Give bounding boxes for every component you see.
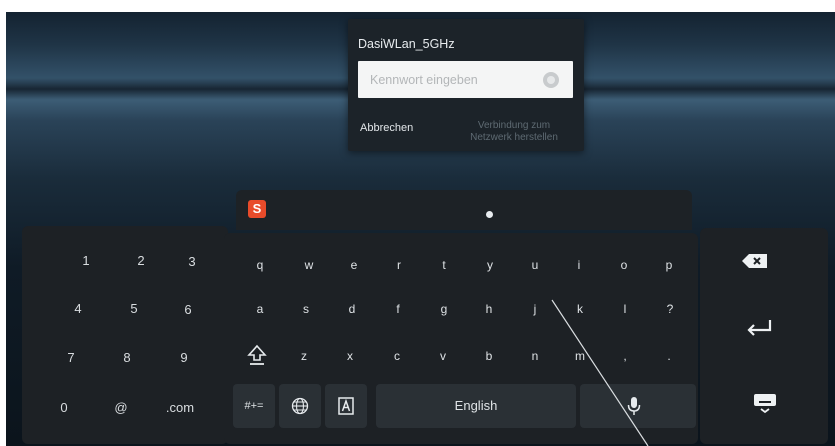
shift-key[interactable] — [247, 344, 267, 366]
key-w[interactable]: w — [302, 258, 316, 272]
key-a[interactable]: a — [253, 302, 267, 316]
space-key[interactable]: English — [376, 384, 576, 428]
key-9[interactable]: 9 — [174, 350, 194, 365]
wifi-password-dialog: DasiWLan_5GHz Abbrechen Verbindung zum N… — [348, 19, 584, 151]
key-z[interactable]: z — [297, 349, 311, 363]
key-n[interactable]: n — [528, 349, 542, 363]
key-m[interactable]: m — [573, 349, 587, 363]
key-x[interactable]: x — [343, 349, 357, 363]
key-g[interactable]: g — [437, 302, 451, 316]
connect-label-line2: Netzwerk herstellen — [470, 132, 558, 143]
cancel-button[interactable]: Abbrechen — [360, 122, 413, 134]
globe-icon — [291, 397, 309, 415]
key-e[interactable]: e — [347, 258, 361, 272]
suggestion-bar: S — [236, 190, 692, 230]
key-d[interactable]: d — [345, 302, 359, 316]
key-p[interactable]: p — [662, 258, 676, 272]
left-frame — [0, 0, 6, 446]
connect-label-line1: Verbindung zum — [477, 120, 551, 131]
key-at[interactable]: @ — [110, 400, 132, 415]
key-c[interactable]: c — [390, 349, 404, 363]
connect-button[interactable]: Verbindung zum Netzwerk herstellen — [458, 120, 570, 144]
key-1[interactable]: 1 — [76, 253, 96, 268]
hide-keyboard-icon — [754, 394, 776, 414]
key-o[interactable]: o — [617, 258, 631, 272]
show-password-icon[interactable] — [543, 72, 559, 88]
key-6[interactable]: 6 — [178, 302, 198, 317]
keyboard-logo-icon: S — [248, 200, 266, 218]
key-k[interactable]: k — [573, 302, 587, 316]
key-0[interactable]: 0 — [54, 400, 74, 415]
text-mode-icon — [338, 397, 354, 415]
network-name: DasiWLan_5GHz — [358, 37, 455, 51]
key-4[interactable]: 4 — [68, 301, 88, 316]
key-t[interactable]: t — [437, 258, 451, 272]
enter-key[interactable] — [744, 318, 774, 338]
key-i[interactable]: i — [572, 258, 586, 272]
key-3[interactable]: 3 — [182, 254, 202, 269]
key-j[interactable]: j — [528, 302, 542, 316]
key-8[interactable]: 8 — [117, 350, 137, 365]
key-dotcom[interactable]: .com — [158, 400, 202, 415]
key-h[interactable]: h — [482, 302, 496, 316]
key-comma[interactable]: , — [618, 349, 632, 363]
voice-input-key[interactable] — [580, 384, 696, 428]
key-question[interactable]: ? — [663, 302, 677, 316]
key-f[interactable]: f — [391, 302, 405, 316]
key-b[interactable]: b — [482, 349, 496, 363]
suggestion-indicator-dot — [486, 211, 493, 218]
key-2[interactable]: 2 — [131, 253, 151, 268]
key-q[interactable]: q — [253, 258, 267, 272]
language-key[interactable] — [279, 384, 321, 428]
keyboard-mode-key[interactable] — [325, 384, 367, 428]
shift-icon — [247, 344, 267, 365]
key-y[interactable]: y — [483, 258, 497, 272]
microphone-icon — [627, 397, 641, 415]
key-s[interactable]: s — [299, 302, 313, 316]
backspace-icon — [742, 254, 767, 268]
key-r[interactable]: r — [392, 258, 406, 272]
password-input[interactable] — [368, 69, 532, 91]
password-field-container[interactable] — [358, 61, 573, 98]
key-u[interactable]: u — [528, 258, 542, 272]
top-frame — [0, 0, 835, 12]
key-7[interactable]: 7 — [61, 350, 81, 365]
enter-icon — [747, 320, 772, 336]
backspace-key[interactable] — [740, 252, 770, 270]
hide-keyboard-key[interactable] — [752, 392, 778, 414]
key-period[interactable]: . — [662, 349, 676, 363]
key-l[interactable]: l — [618, 302, 632, 316]
symbols-key[interactable]: #+= — [233, 384, 275, 428]
key-v[interactable]: v — [436, 349, 450, 363]
key-5[interactable]: 5 — [124, 301, 144, 316]
